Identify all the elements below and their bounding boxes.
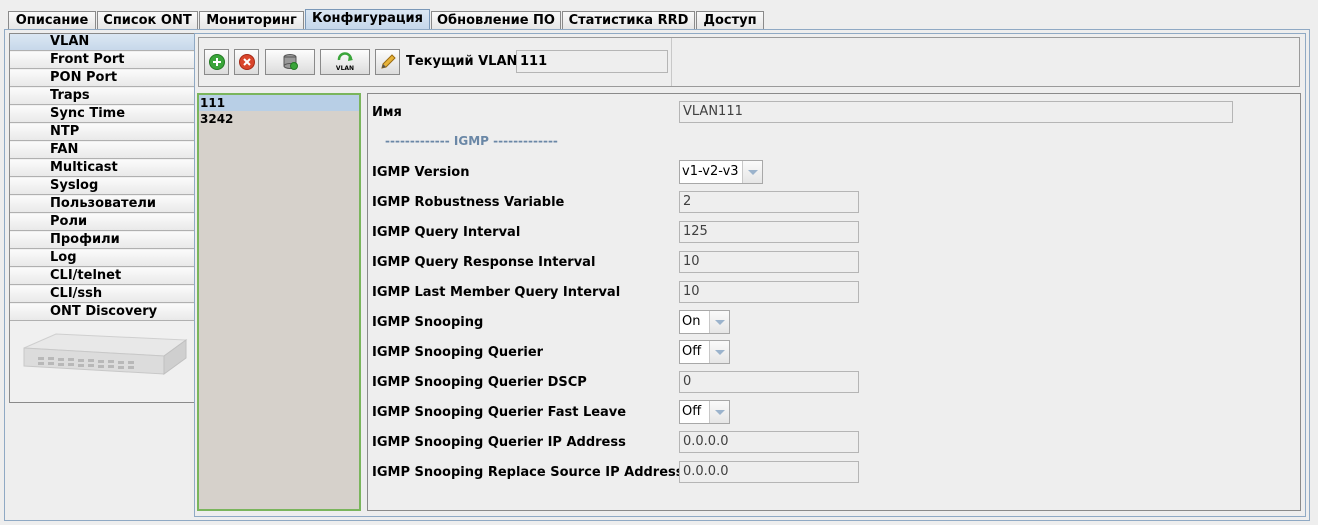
- igmp-query-response-interval-label: IGMP Query Response Interval: [372, 255, 596, 270]
- igmp-snooping-querier-select[interactable]: Off: [679, 340, 730, 364]
- igmp-robustness-field[interactable]: 2: [679, 191, 859, 213]
- igmp-query-interval-label: IGMP Query Interval: [372, 225, 521, 240]
- tab-rrd-statistics[interactable]: Статистика RRD: [562, 11, 695, 29]
- add-button[interactable]: [204, 49, 229, 75]
- igmp-robustness-label: IGMP Robustness Variable: [372, 195, 565, 210]
- config-sidebar: VLAN Front Port PON Port Traps Sync Time…: [9, 33, 195, 403]
- tab-ont-list[interactable]: Список ONT: [97, 11, 198, 29]
- igmp-version-value: v1-v2-v3: [682, 164, 739, 179]
- delete-button[interactable]: [234, 49, 259, 75]
- chevron-down-icon[interactable]: [709, 341, 729, 363]
- tab-description[interactable]: Описание: [8, 11, 96, 29]
- igmp-last-member-query-interval-field[interactable]: 10: [679, 281, 859, 303]
- sidebar-item-syslog[interactable]: Syslog: [10, 178, 194, 195]
- igmp-snooping-replace-source-ip-field[interactable]: 0.0.0.0: [679, 461, 859, 483]
- igmp-snooping-value: On: [682, 314, 701, 329]
- igmp-snooping-querier-value: Off: [682, 344, 702, 359]
- igmp-last-member-query-interval-label: IGMP Last Member Query Interval: [372, 285, 621, 300]
- name-field[interactable]: VLAN111: [679, 101, 1233, 123]
- igmp-snooping-querier-dscp-label: IGMP Snooping Querier DSCP: [372, 375, 587, 390]
- igmp-snooping-querier-fast-leave-label: IGMP Snooping Querier Fast Leave: [372, 405, 627, 420]
- tab-firmware-update[interactable]: Обновление ПО: [431, 11, 561, 29]
- database-icon: [283, 54, 298, 70]
- sidebar-item-front-port[interactable]: Front Port: [10, 52, 194, 69]
- igmp-snooping-querier-ip-label: IGMP Snooping Querier IP Address: [372, 435, 626, 450]
- igmp-snooping-querier-fast-leave-value: Off: [682, 404, 702, 419]
- igmp-version-label: IGMP Version: [372, 165, 470, 180]
- igmp-snooping-label: IGMP Snooping: [372, 315, 484, 330]
- tab-access[interactable]: Доступ: [696, 11, 764, 29]
- olt-device-image: [10, 326, 194, 402]
- tab-configuration[interactable]: Конфигурация: [305, 9, 430, 30]
- sidebar-item-users[interactable]: Пользователи: [10, 196, 194, 213]
- sidebar-item-multicast[interactable]: Multicast: [10, 160, 194, 177]
- sidebar-item-profiles[interactable]: Профили: [10, 232, 194, 249]
- sidebar-item-ont-discovery[interactable]: ONT Discovery: [10, 304, 194, 321]
- sidebar-item-cli-ssh[interactable]: CLI/ssh: [10, 286, 194, 303]
- igmp-snooping-replace-source-ip-label: IGMP Snooping Replace Source IP Address: [372, 465, 684, 480]
- svg-text:VLAN: VLAN: [336, 65, 354, 72]
- igmp-query-interval-field[interactable]: 125: [679, 221, 859, 243]
- toolbar-divider: [671, 38, 672, 86]
- chevron-down-icon[interactable]: [742, 161, 762, 183]
- current-vlan-label: Текущий VLAN:: [406, 54, 523, 69]
- sidebar-item-pon-port[interactable]: PON Port: [10, 70, 194, 87]
- igmp-version-select[interactable]: v1-v2-v3: [679, 160, 763, 184]
- plus-circle-icon: [208, 54, 225, 70]
- edit-button[interactable]: [375, 49, 400, 75]
- sidebar-item-fan[interactable]: FAN: [10, 142, 194, 159]
- igmp-snooping-select[interactable]: On: [679, 310, 730, 334]
- sidebar-item-log[interactable]: Log: [10, 250, 194, 267]
- save-db-button[interactable]: [265, 49, 315, 75]
- vlan-list[interactable]: 111 3242: [197, 93, 361, 511]
- igmp-section-separator: ------------- IGMP -------------: [385, 134, 558, 148]
- chevron-down-icon[interactable]: [709, 311, 729, 333]
- vlan-refresh-icon: VLAN: [336, 52, 354, 72]
- sidebar-item-vlan[interactable]: VLAN: [10, 34, 194, 51]
- list-item[interactable]: 111: [199, 95, 359, 111]
- sidebar-item-sync-time[interactable]: Sync Time: [10, 106, 194, 123]
- current-vlan-field: 111: [516, 50, 668, 73]
- igmp-query-response-interval-field[interactable]: 10: [679, 251, 859, 273]
- x-circle-icon: [238, 54, 255, 70]
- sidebar-item-cli-telnet[interactable]: CLI/telnet: [10, 268, 194, 285]
- tab-monitoring[interactable]: Мониторинг: [199, 11, 304, 29]
- igmp-snooping-querier-dscp-field[interactable]: 0: [679, 371, 859, 393]
- name-label: Имя: [372, 105, 402, 120]
- igmp-snooping-querier-label: IGMP Snooping Querier: [372, 345, 544, 360]
- sidebar-item-traps[interactable]: Traps: [10, 88, 194, 105]
- sidebar-item-ntp[interactable]: NTP: [10, 124, 194, 141]
- chevron-down-icon[interactable]: [709, 401, 729, 423]
- refresh-vlan-button[interactable]: VLAN: [320, 49, 370, 75]
- igmp-snooping-querier-fast-leave-select[interactable]: Off: [679, 400, 730, 424]
- igmp-snooping-querier-ip-field[interactable]: 0.0.0.0: [679, 431, 859, 453]
- sidebar-item-roles[interactable]: Роли: [10, 214, 194, 231]
- list-item[interactable]: 3242: [199, 111, 359, 127]
- pencil-icon: [380, 54, 396, 69]
